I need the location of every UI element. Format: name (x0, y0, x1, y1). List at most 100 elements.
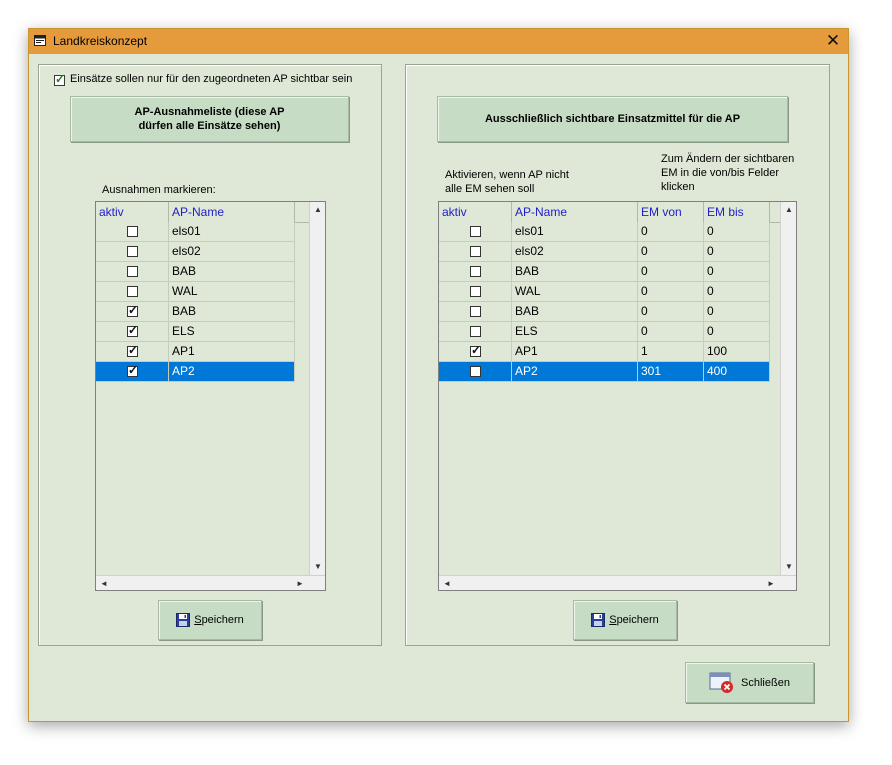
aktiv-cell: ✓ (96, 342, 169, 361)
column-header-em-bis[interactable]: EM bis (704, 202, 770, 222)
em-bis-cell[interactable]: 0 (704, 262, 770, 281)
ap-name-cell[interactable]: els01 (169, 222, 295, 241)
hint-edit-line2: EM in die von/bis Felder (661, 167, 779, 179)
row-checkbox[interactable] (127, 286, 138, 297)
exception-heading-line2: dürfen alle Einsätze sehen) (138, 120, 281, 132)
ap-name-cell[interactable]: BAB (169, 302, 295, 321)
ap-name-cell[interactable]: els01 (512, 222, 638, 241)
row-checkbox[interactable] (127, 266, 138, 277)
check-icon: ✓ (55, 72, 66, 87)
table-row[interactable]: els01 (96, 222, 295, 242)
row-checkbox[interactable] (470, 366, 481, 377)
table-row[interactable]: els02 0 0 (439, 242, 770, 262)
scroll-right-arrow[interactable]: ► (292, 576, 308, 590)
scroll-right-arrow[interactable]: ► (763, 576, 779, 590)
left-save-button[interactable]: Speichern (158, 600, 262, 640)
ap-name-cell[interactable]: BAB (512, 302, 638, 321)
ap-name-cell[interactable]: BAB (169, 262, 295, 281)
em-von-cell[interactable]: 1 (638, 342, 704, 361)
check-icon: ✓ (128, 343, 139, 357)
window-title: Landkreiskonzept (53, 34, 148, 48)
scroll-down-arrow[interactable]: ▼ (781, 559, 796, 575)
ap-name-cell[interactable]: ELS (512, 322, 638, 341)
em-bis-cell[interactable]: 0 (704, 322, 770, 341)
row-checkbox[interactable]: ✓ (127, 303, 138, 317)
vertical-scrollbar[interactable]: ▲ ▼ (309, 202, 325, 575)
scroll-up-arrow[interactable]: ▲ (781, 202, 796, 218)
em-bis-cell[interactable]: 400 (704, 362, 770, 381)
table-row[interactable]: ✓ AP1 1 100 (439, 342, 770, 362)
ap-name-cell[interactable]: WAL (512, 282, 638, 301)
scroll-left-arrow[interactable]: ◄ (439, 576, 455, 590)
column-header-ap-name[interactable]: AP-Name (169, 202, 295, 222)
close-icon[interactable]: ✕ (823, 32, 843, 50)
em-bis-cell[interactable]: 0 (704, 242, 770, 261)
column-header-em-von[interactable]: EM von (638, 202, 704, 222)
ap-name-cell[interactable]: els02 (512, 242, 638, 261)
table-row[interactable]: BAB 0 0 (439, 302, 770, 322)
row-checkbox[interactable]: ✓ (470, 343, 481, 357)
table-row[interactable]: AP2 301 400 (439, 362, 770, 382)
table-row[interactable]: ✓ AP2 (96, 362, 295, 382)
ap-name-cell[interactable]: AP1 (169, 342, 295, 361)
vertical-scrollbar[interactable]: ▲ ▼ (780, 202, 796, 575)
em-bis-cell[interactable]: 0 (704, 282, 770, 301)
row-checkbox[interactable] (127, 226, 138, 237)
table-row[interactable]: ELS 0 0 (439, 322, 770, 342)
em-von-cell[interactable]: 0 (638, 302, 704, 321)
ap-name-cell[interactable]: BAB (512, 262, 638, 281)
table-row[interactable]: ✓ BAB (96, 302, 295, 322)
em-von-cell[interactable]: 0 (638, 242, 704, 261)
table-row[interactable]: WAL 0 0 (439, 282, 770, 302)
em-bis-cell[interactable]: 100 (704, 342, 770, 361)
column-header-aktiv[interactable]: aktiv (96, 202, 169, 222)
save-label: peichern (201, 614, 244, 626)
ap-name-cell[interactable]: AP2 (512, 362, 638, 381)
aktiv-cell (96, 262, 169, 281)
row-checkbox[interactable] (470, 226, 481, 237)
visible-em-heading: Ausschließlich sichtbare Einsatzmittel f… (437, 96, 788, 142)
em-von-cell[interactable]: 0 (638, 282, 704, 301)
close-button[interactable]: Schließen (685, 662, 814, 703)
row-checkbox[interactable]: ✓ (127, 323, 138, 337)
scroll-left-arrow[interactable]: ◄ (96, 576, 112, 590)
em-von-cell[interactable]: 0 (638, 322, 704, 341)
ap-name-cell[interactable]: els02 (169, 242, 295, 261)
row-checkbox[interactable] (470, 306, 481, 317)
ap-name-cell[interactable]: ELS (169, 322, 295, 341)
em-bis-cell[interactable]: 0 (704, 302, 770, 321)
column-header-aktiv[interactable]: aktiv (439, 202, 512, 222)
column-header-ap-name[interactable]: AP-Name (512, 202, 638, 222)
horizontal-scrollbar[interactable]: ◄ ► (439, 575, 796, 590)
scroll-up-arrow[interactable]: ▲ (310, 202, 325, 218)
row-checkbox[interactable] (470, 326, 481, 337)
hint-activate: Aktivieren, wenn AP nicht alle EM sehen … (445, 168, 569, 196)
table-row[interactable]: els02 (96, 242, 295, 262)
ap-name-cell[interactable]: AP1 (512, 342, 638, 361)
visibility-checkbox-row[interactable]: ✓ Einsätze sollen nur für den zugeordnet… (54, 72, 352, 87)
row-checkbox[interactable] (470, 246, 481, 257)
aktiv-cell: ✓ (439, 342, 512, 361)
em-von-cell[interactable]: 0 (638, 262, 704, 281)
ap-name-cell[interactable]: AP2 (169, 362, 295, 381)
table-row[interactable]: BAB 0 0 (439, 262, 770, 282)
visibility-checkbox[interactable]: ✓ (54, 72, 66, 87)
scroll-down-arrow[interactable]: ▼ (310, 559, 325, 575)
row-checkbox[interactable]: ✓ (127, 343, 139, 357)
em-bis-cell[interactable]: 0 (704, 222, 770, 241)
table-row[interactable]: WAL (96, 282, 295, 302)
table-row[interactable]: ✓ ELS (96, 322, 295, 342)
table-row[interactable]: els01 0 0 (439, 222, 770, 242)
row-checkbox[interactable] (470, 286, 481, 297)
row-checkbox[interactable] (127, 246, 138, 257)
row-checkbox[interactable] (470, 266, 481, 277)
table-row[interactable]: ✓ AP1 (96, 342, 295, 362)
right-save-button[interactable]: Speichern (573, 600, 677, 640)
table-row[interactable]: BAB (96, 262, 295, 282)
em-von-cell[interactable]: 0 (638, 222, 704, 241)
title-bar[interactable]: Landkreiskonzept ✕ (29, 29, 848, 54)
row-checkbox[interactable]: ✓ (127, 363, 138, 377)
ap-name-cell[interactable]: WAL (169, 282, 295, 301)
em-von-cell[interactable]: 301 (638, 362, 704, 381)
horizontal-scrollbar[interactable]: ◄ ► (96, 575, 325, 590)
